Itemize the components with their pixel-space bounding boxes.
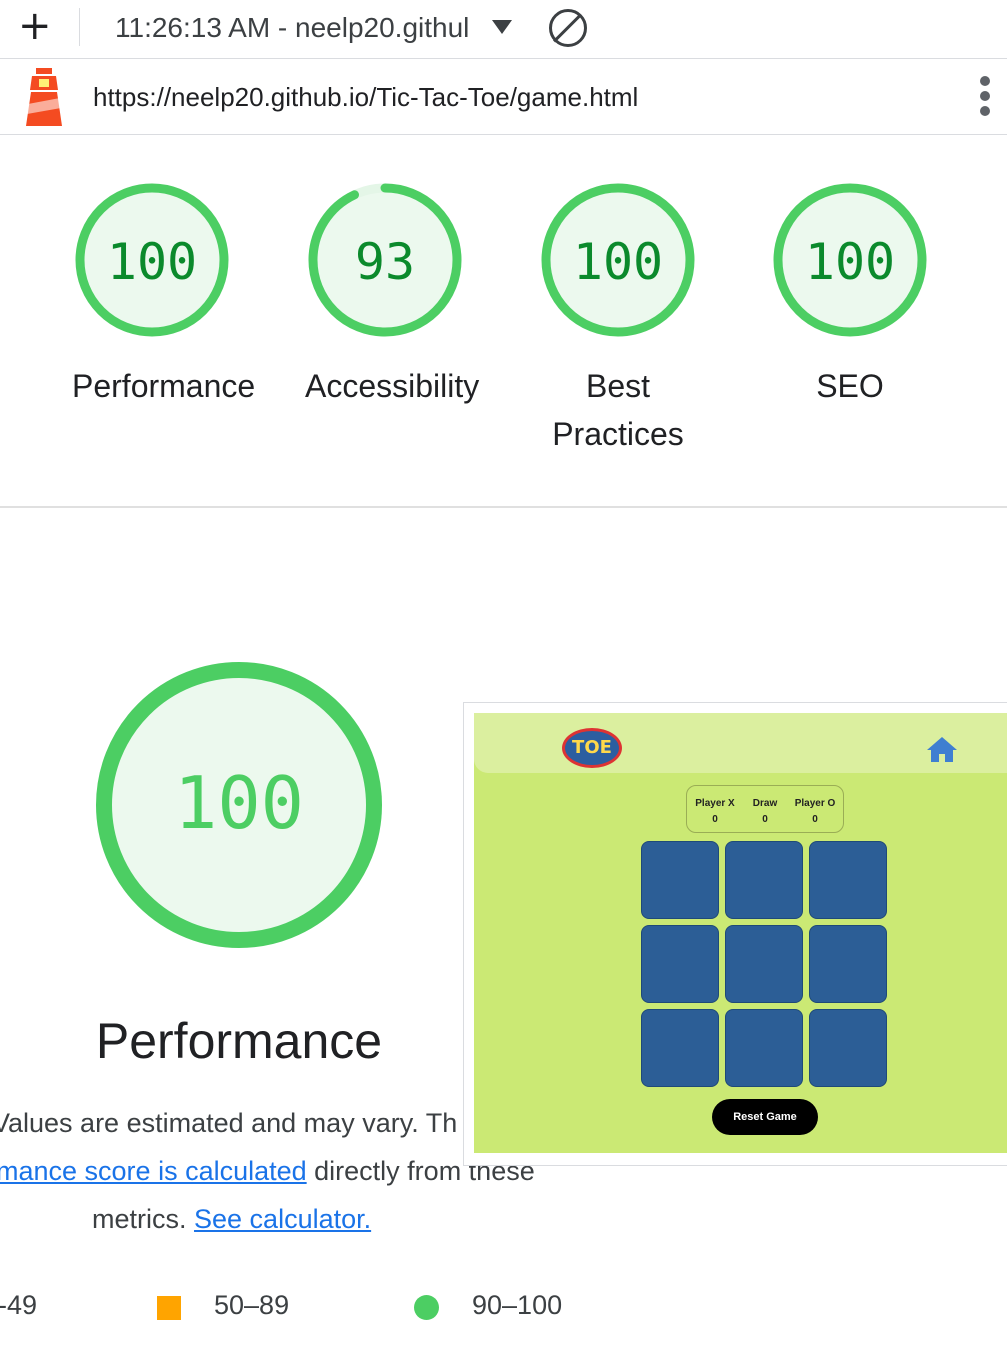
- see-calculator-link[interactable]: See calculator.: [194, 1204, 371, 1234]
- scoreboard: Player X 0 Draw 0 Player O 0: [686, 785, 844, 833]
- gauge-ring: 100: [541, 183, 695, 337]
- board-cell: [809, 925, 887, 1003]
- tic-tac-toe-logo: TOE: [562, 728, 622, 768]
- legend-pass-label: 90–100: [472, 1290, 563, 1320]
- gauge-label: SEO: [816, 368, 884, 404]
- average-square-icon: [157, 1296, 181, 1320]
- reset-game-button: Reset Game: [712, 1099, 818, 1135]
- gauge-label: Performance: [72, 368, 256, 404]
- section-divider: [0, 506, 1007, 508]
- home-icon: [927, 737, 957, 762]
- board-cell: [641, 925, 719, 1003]
- gauge-ring: 100: [75, 183, 229, 337]
- gauge-performance[interactable]: 100 Performance: [72, 182, 256, 410]
- score-value: 0: [712, 814, 718, 825]
- board-cell: [641, 1009, 719, 1087]
- gauge-accessibility[interactable]: 93 Accessibility: [305, 182, 480, 410]
- score-header: Player X: [695, 798, 735, 809]
- gauge-label: Accessibility: [305, 368, 480, 404]
- score-player-x: Player X 0: [689, 796, 741, 828]
- report-selector[interactable]: 11:26:13 AM - neelp20.githul: [115, 12, 469, 44]
- gauge-best-practices[interactable]: 100 Best Practices: [538, 182, 698, 458]
- score-header: Player O: [794, 798, 836, 809]
- performance-score: 100: [174, 761, 304, 845]
- score-player-o: Player O 0: [789, 796, 841, 828]
- gauge-label: Best Practices: [538, 362, 698, 458]
- gauge-label-line2: Practices: [552, 416, 684, 452]
- screenshot-page: TOE Player X 0 Draw 0 Player O 0 Reset Game: [474, 713, 1007, 1153]
- game-board: [641, 841, 889, 1089]
- gauge-label-line1: Best: [585, 368, 651, 404]
- devtools-toolbar: + 11:26:13 AM - neelp20.githul: [0, 0, 1007, 59]
- score-draw: Draw 0: [739, 796, 791, 828]
- legend-average-label: 50–89: [214, 1290, 290, 1320]
- gauge-score: 93: [355, 233, 415, 291]
- board-cell: [641, 841, 719, 919]
- description-text: metrics.: [92, 1204, 187, 1234]
- lighthouse-icon: [26, 68, 62, 126]
- gauge-score: 100: [573, 233, 663, 291]
- score-calculation-link[interactable]: mance score is calculated: [0, 1156, 307, 1186]
- score-value: 0: [762, 814, 768, 825]
- gauge-ring: 100: [773, 183, 927, 337]
- performance-title: Performance: [95, 1013, 383, 1069]
- final-screenshot[interactable]: TOE Player X 0 Draw 0 Player O 0 Reset Game: [463, 702, 1007, 1166]
- pass-circle-icon: [414, 1295, 439, 1320]
- performance-description-line1: Values are estimated and may vary. Th: [0, 1108, 458, 1138]
- performance-description-line2: mance score is calculated directly from …: [0, 1156, 535, 1187]
- gauge-ring: 93: [308, 183, 462, 337]
- gauge-score: 100: [107, 233, 197, 291]
- toolbar-separator: [79, 8, 80, 46]
- score-header: Draw: [752, 798, 778, 809]
- report-url[interactable]: https://neelp20.github.io/Tic-Tac-Toe/ga…: [93, 82, 638, 113]
- legend-fail-label: -49: [0, 1290, 38, 1320]
- board-cell: [809, 1009, 887, 1087]
- more-options-icon[interactable]: [979, 76, 991, 120]
- board-cell: [809, 841, 887, 919]
- clear-icon[interactable]: [549, 9, 587, 47]
- gauge-score: 100: [805, 233, 895, 291]
- new-report-button[interactable]: +: [18, 6, 52, 46]
- board-cell: [725, 1009, 803, 1087]
- chevron-down-icon[interactable]: [492, 20, 512, 34]
- report-url-bar: https://neelp20.github.io/Tic-Tac-Toe/ga…: [0, 59, 1007, 135]
- gauge-seo[interactable]: 100 SEO: [770, 182, 930, 410]
- performance-description-line3: metrics. See calculator.: [92, 1204, 371, 1235]
- performance-gauge: 100: [96, 662, 382, 948]
- board-cell: [725, 841, 803, 919]
- board-cell: [725, 925, 803, 1003]
- score-value: 0: [812, 814, 818, 825]
